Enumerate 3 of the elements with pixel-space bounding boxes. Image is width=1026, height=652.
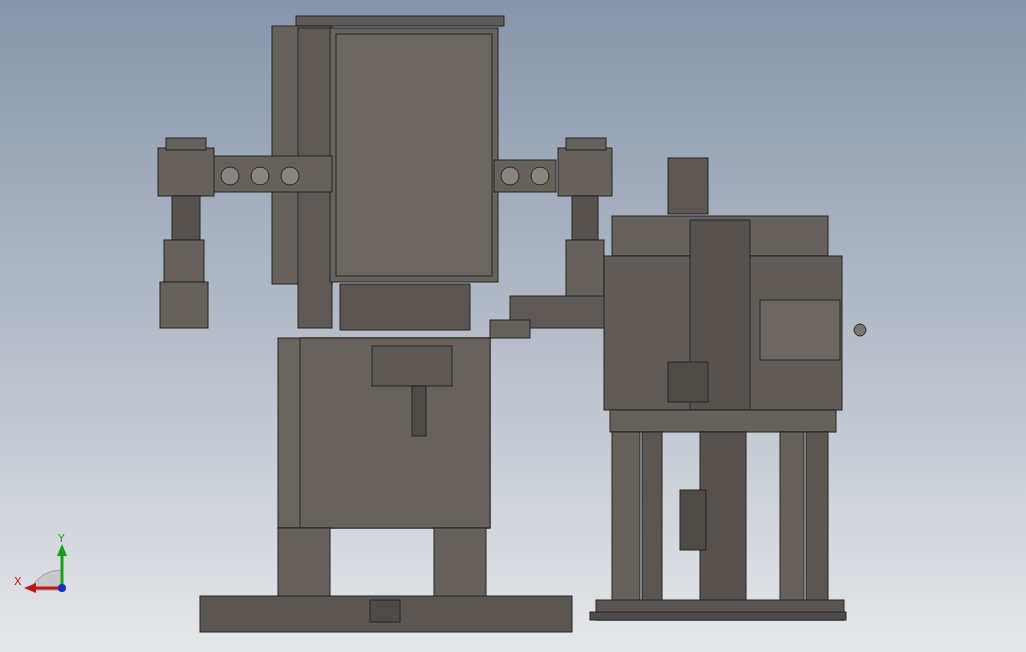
axis-triad-icon: [24, 544, 67, 593]
x-axis-label: X: [14, 575, 22, 588]
y-axis-label: Y: [58, 532, 65, 545]
